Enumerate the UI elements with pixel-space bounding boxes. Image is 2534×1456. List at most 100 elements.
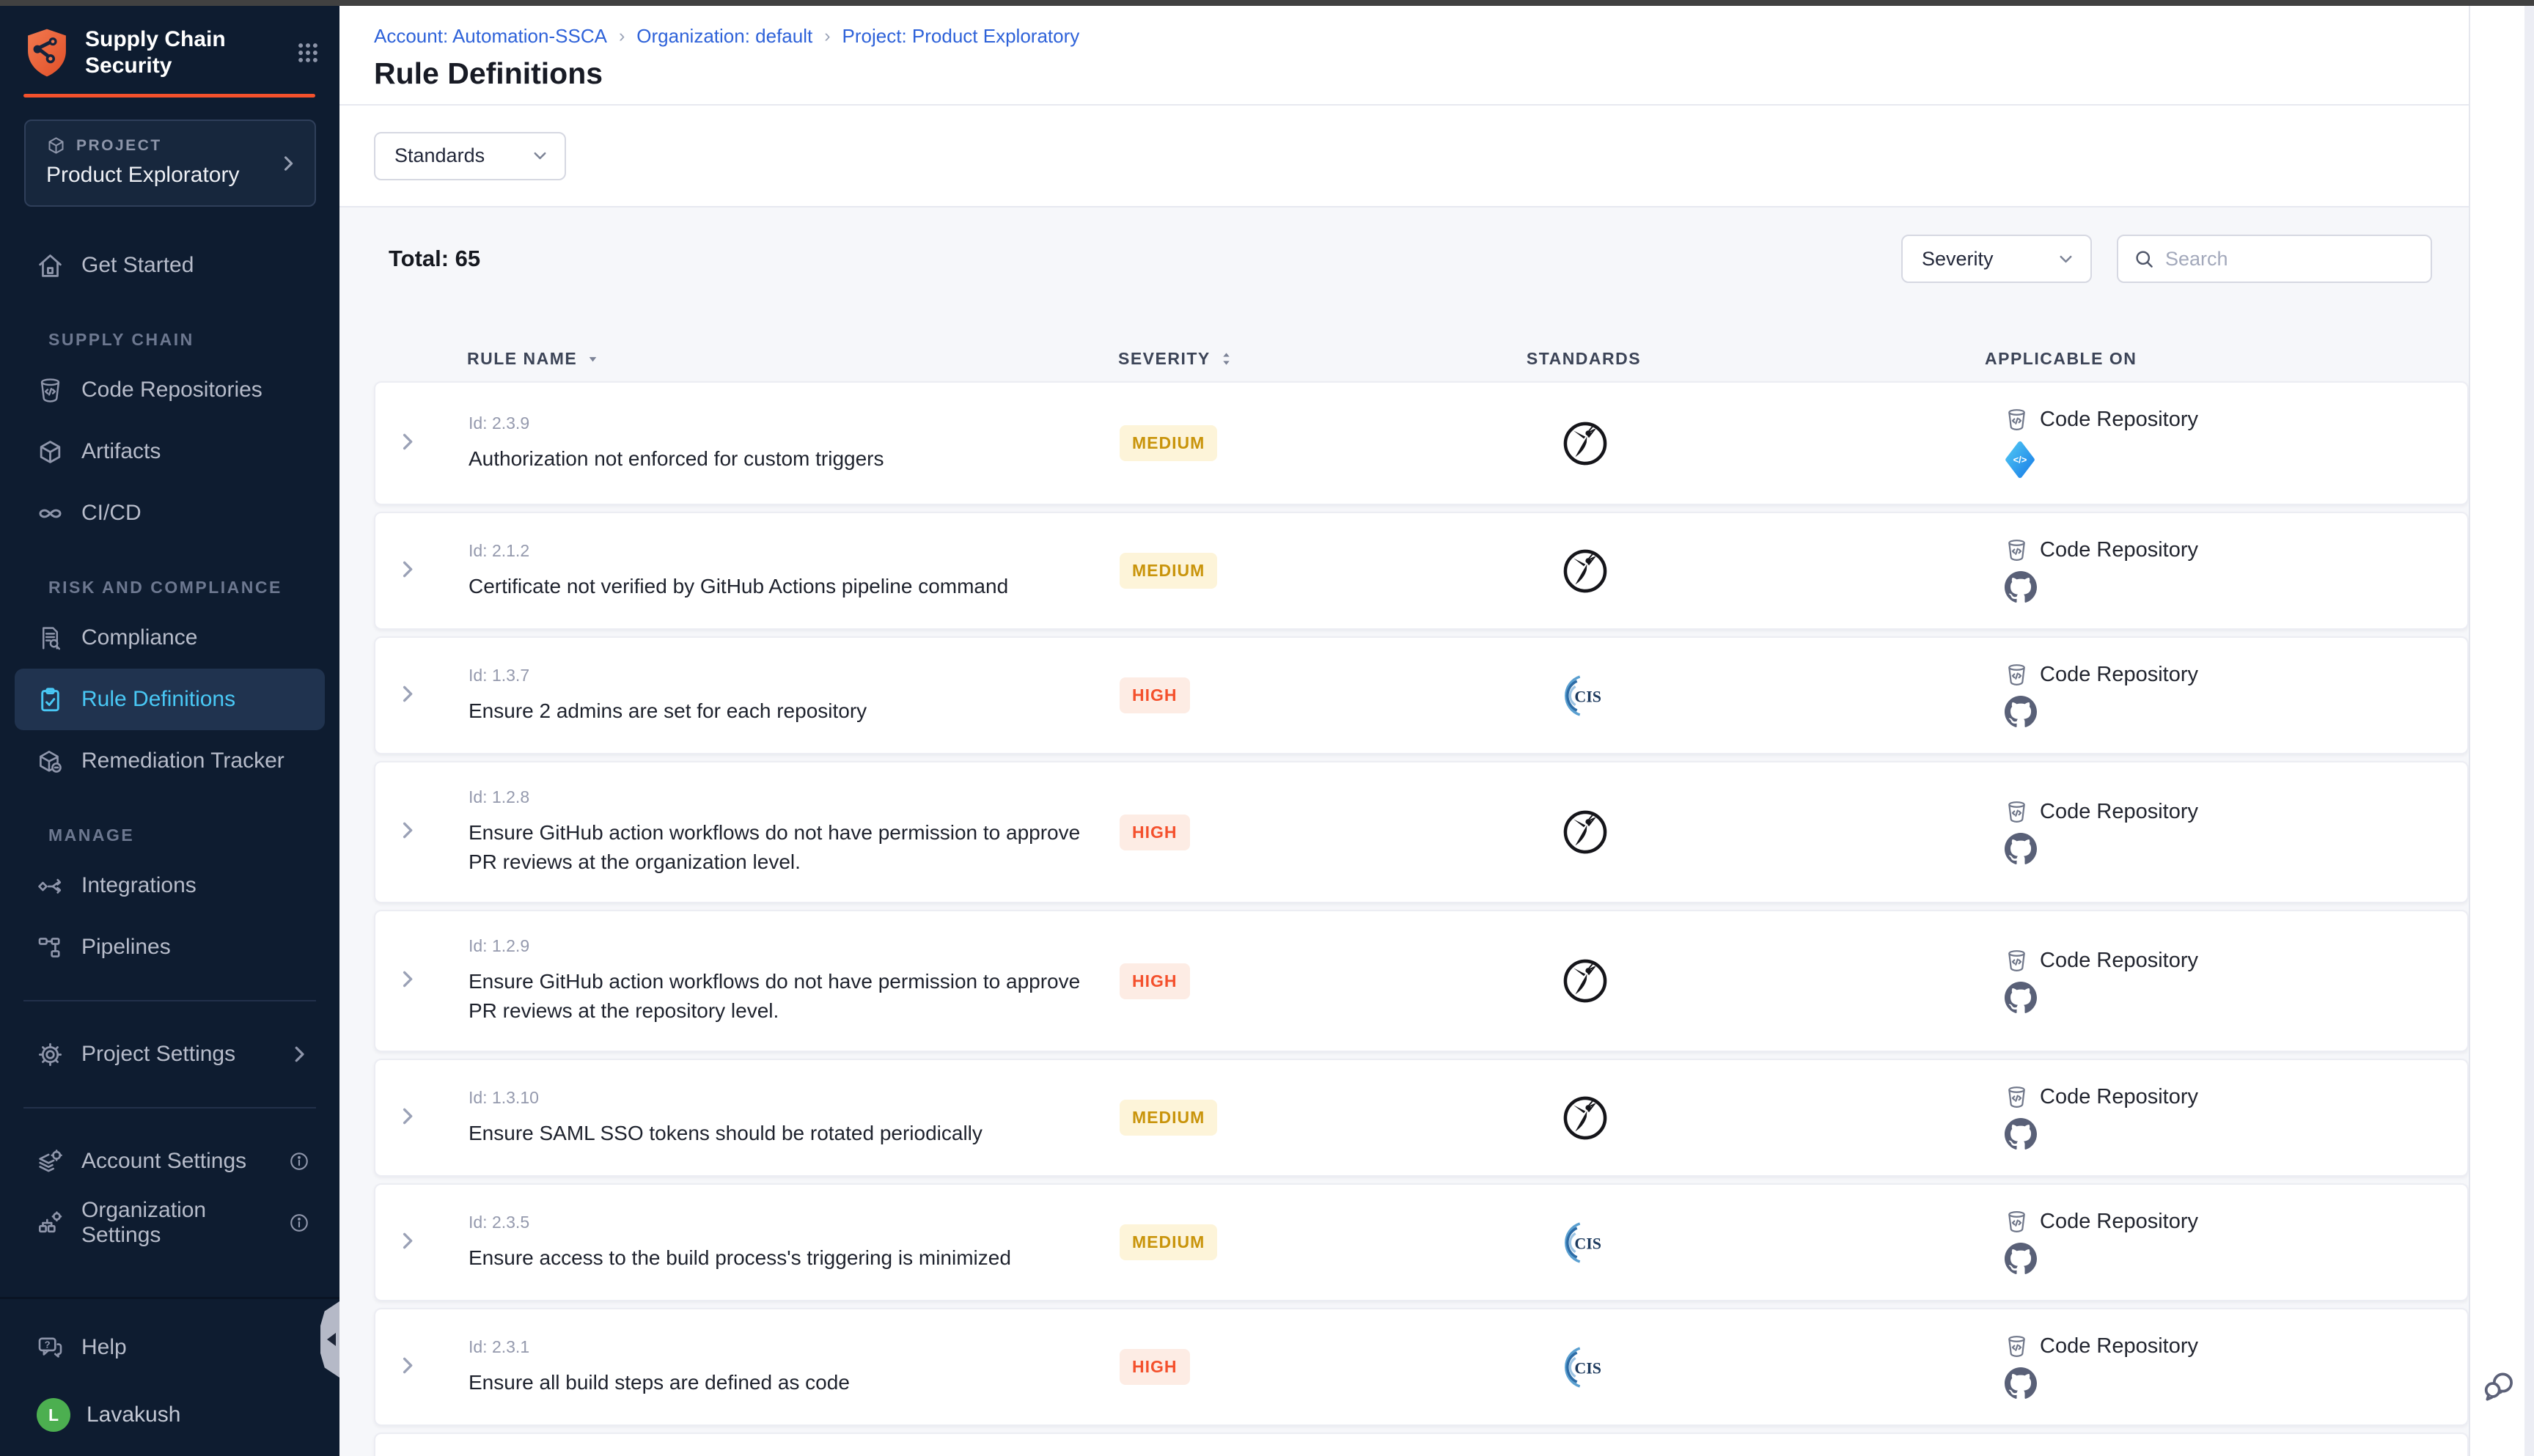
rule-name: Ensure GitHub action workflows do not ha… bbox=[469, 818, 1090, 877]
info-icon bbox=[288, 1150, 310, 1172]
table-row[interactable]: Id: 2.3.5 Ensure access to the build pro… bbox=[374, 1183, 2469, 1301]
sidebar-item-rule-definitions[interactable]: Rule Definitions bbox=[15, 669, 325, 730]
standards-filter-dropdown[interactable]: Standards bbox=[374, 132, 566, 180]
applicable-on-cell: Code Repository bbox=[1805, 538, 2467, 603]
chevron-right-icon[interactable] bbox=[396, 430, 419, 453]
integrations-icon bbox=[37, 872, 64, 900]
code-repo-icon bbox=[2005, 949, 2029, 973]
sidebar-item-label: Compliance bbox=[81, 625, 310, 650]
standards-filter-label: Standards bbox=[394, 144, 485, 167]
project-label: PROJECT bbox=[76, 137, 162, 155]
table-row[interactable]: Id: 2.1.2 Certificate not verified by Gi… bbox=[374, 512, 2469, 630]
app-switcher-icon[interactable] bbox=[295, 40, 320, 65]
cis-icon: CIS bbox=[1562, 1344, 1609, 1391]
column-header-rule-name[interactable]: RULE NAME bbox=[449, 349, 1118, 369]
rules-table-body: Id: 2.3.9 Authorization not enforced for… bbox=[374, 381, 2469, 1456]
sidebar-item-code-repositories[interactable]: Code Repositories bbox=[15, 359, 325, 421]
chevron-right-icon[interactable] bbox=[396, 1354, 419, 1377]
project-selector[interactable]: PROJECT Product Exploratory bbox=[24, 120, 316, 207]
rule-id: Id: 1.3.7 bbox=[469, 666, 1090, 685]
applicable-on-label: Code Repository bbox=[2040, 800, 2198, 824]
chevron-right-icon[interactable] bbox=[396, 968, 419, 990]
owasp-icon bbox=[1562, 809, 1609, 856]
applicable-on-label: Code Repository bbox=[2040, 408, 2198, 432]
nav-section-label: RISK AND COMPLIANCE bbox=[48, 578, 339, 601]
severity-filter-dropdown[interactable]: Severity bbox=[1901, 235, 2092, 283]
chevron-right-icon[interactable] bbox=[396, 683, 419, 705]
main-content: Account: Automation-SSCA › Organization:… bbox=[339, 6, 2469, 1456]
chevron-down-icon bbox=[530, 146, 550, 166]
sidebar-divider bbox=[23, 1000, 316, 1001]
sidebar-item-project-settings[interactable]: Project Settings bbox=[15, 1023, 325, 1085]
owasp-icon bbox=[1562, 420, 1609, 467]
table-row[interactable]: Id: 1.3.10 Ensure SAML SSO tokens should… bbox=[374, 1059, 2469, 1177]
sidebar-item-integrations[interactable]: Integrations bbox=[15, 855, 325, 916]
feedback-chat-icon[interactable] bbox=[2480, 1368, 2517, 1405]
harness-code-icon: </> bbox=[2005, 441, 2035, 479]
filter-bar: Standards bbox=[339, 106, 2469, 207]
rule-id: Id: 2.3.9 bbox=[469, 413, 1090, 433]
applicable-on-label: Code Repository bbox=[2040, 663, 2198, 687]
rule-id: Id: 1.2.8 bbox=[469, 787, 1090, 807]
sidebar-item-artifacts[interactable]: Artifacts bbox=[15, 421, 325, 482]
code-repo-icon bbox=[2005, 1210, 2029, 1234]
sidebar-item-compliance[interactable]: Compliance bbox=[15, 607, 325, 669]
sidebar-item-label: Code Repositories bbox=[81, 378, 310, 402]
page-title: Rule Definitions bbox=[374, 56, 2469, 91]
sidebar-item-organization-settings[interactable]: Organization Settings bbox=[15, 1192, 325, 1254]
sidebar-item-label: Pipelines bbox=[81, 935, 310, 960]
rule-name: Ensure all build steps are defined as co… bbox=[469, 1368, 1090, 1397]
standards-cell bbox=[1365, 420, 1805, 467]
column-header-applicable-on: APPLICABLE ON bbox=[1804, 349, 2469, 369]
breadcrumb-separator: › bbox=[824, 26, 830, 47]
table-row[interactable]: Id: 1.2.9 Ensure GitHub action workflows… bbox=[374, 910, 2469, 1052]
severity-badge: HIGH bbox=[1120, 677, 1190, 713]
chevron-right-icon[interactable] bbox=[396, 558, 419, 581]
table-row[interactable]: Id: 1.2.8 Ensure GitHub action workflows… bbox=[374, 761, 2469, 903]
sidebar-item-get-started[interactable]: Get Started bbox=[15, 235, 325, 296]
table-row[interactable]: Id: 2.3.9 Authorization not enforced for… bbox=[374, 381, 2469, 505]
owasp-icon bbox=[1562, 957, 1609, 1004]
breadcrumb-organization[interactable]: Organization: default bbox=[636, 25, 812, 48]
compliance-icon bbox=[37, 625, 64, 652]
sidebar-item-account-settings[interactable]: Account Settings bbox=[15, 1130, 325, 1192]
column-header-severity[interactable]: SEVERITY bbox=[1118, 349, 1364, 369]
breadcrumb-account[interactable]: Account: Automation-SSCA bbox=[374, 25, 607, 48]
standards-cell: CIS bbox=[1365, 1344, 1805, 1391]
app-title: Supply Chain Security bbox=[85, 26, 281, 79]
sidebar-item-label: Get Started bbox=[81, 253, 310, 278]
nav-section-label: SUPPLY CHAIN bbox=[48, 330, 339, 353]
user-menu[interactable]: L Lavakush bbox=[15, 1384, 325, 1446]
sidebar-item-pipelines[interactable]: Pipelines bbox=[15, 916, 325, 978]
sidebar-item-label: CI/CD bbox=[81, 501, 310, 526]
standards-cell: CIS bbox=[1365, 1219, 1805, 1266]
sidebar-item-help[interactable]: ? Help bbox=[15, 1317, 325, 1378]
rule-name: Ensure 2 admins are set for each reposit… bbox=[469, 696, 1090, 726]
column-header-standards: STANDARDS bbox=[1364, 349, 1804, 369]
chevron-right-icon[interactable] bbox=[396, 1105, 419, 1128]
sidebar-item-label: Integrations bbox=[81, 873, 310, 898]
table-row[interactable]: Id: 1.3.7 Ensure 2 admins are set for ea… bbox=[374, 636, 2469, 754]
table-row[interactable]: Id: 1.1.9 HIGH CIS Code Repository bbox=[374, 1433, 2469, 1456]
standards-cell bbox=[1365, 1095, 1805, 1141]
svg-text:</>: </> bbox=[2013, 455, 2027, 466]
collapse-arrow-icon bbox=[320, 1333, 336, 1346]
search-input[interactable] bbox=[2165, 248, 2425, 271]
applicable-on-cell: Code Repository bbox=[1805, 1210, 2467, 1275]
rule-name: Ensure GitHub action workflows do not ha… bbox=[469, 967, 1090, 1026]
breadcrumb-project[interactable]: Project: Product Exploratory bbox=[842, 25, 1080, 48]
sidebar-item-remediation-tracker[interactable]: Remediation Tracker bbox=[15, 730, 325, 792]
standards-cell: CIS bbox=[1365, 672, 1805, 719]
code-repo-icon bbox=[2005, 538, 2029, 562]
cube-icon bbox=[37, 438, 64, 466]
chevron-right-icon[interactable] bbox=[396, 819, 419, 842]
applicable-on-label: Code Repository bbox=[2040, 538, 2198, 562]
chevron-right-icon[interactable] bbox=[396, 1229, 419, 1252]
table-row[interactable]: Id: 2.3.1 Ensure all build steps are def… bbox=[374, 1308, 2469, 1426]
rule-id: Id: 1.3.10 bbox=[469, 1088, 1090, 1108]
sidebar-item-cicd[interactable]: CI/CD bbox=[15, 482, 325, 544]
scrollbar[interactable] bbox=[2524, 6, 2534, 1456]
code-repo-icon bbox=[2005, 408, 2029, 432]
rule-definitions-icon bbox=[37, 686, 64, 713]
sort-desc-icon bbox=[584, 350, 601, 367]
